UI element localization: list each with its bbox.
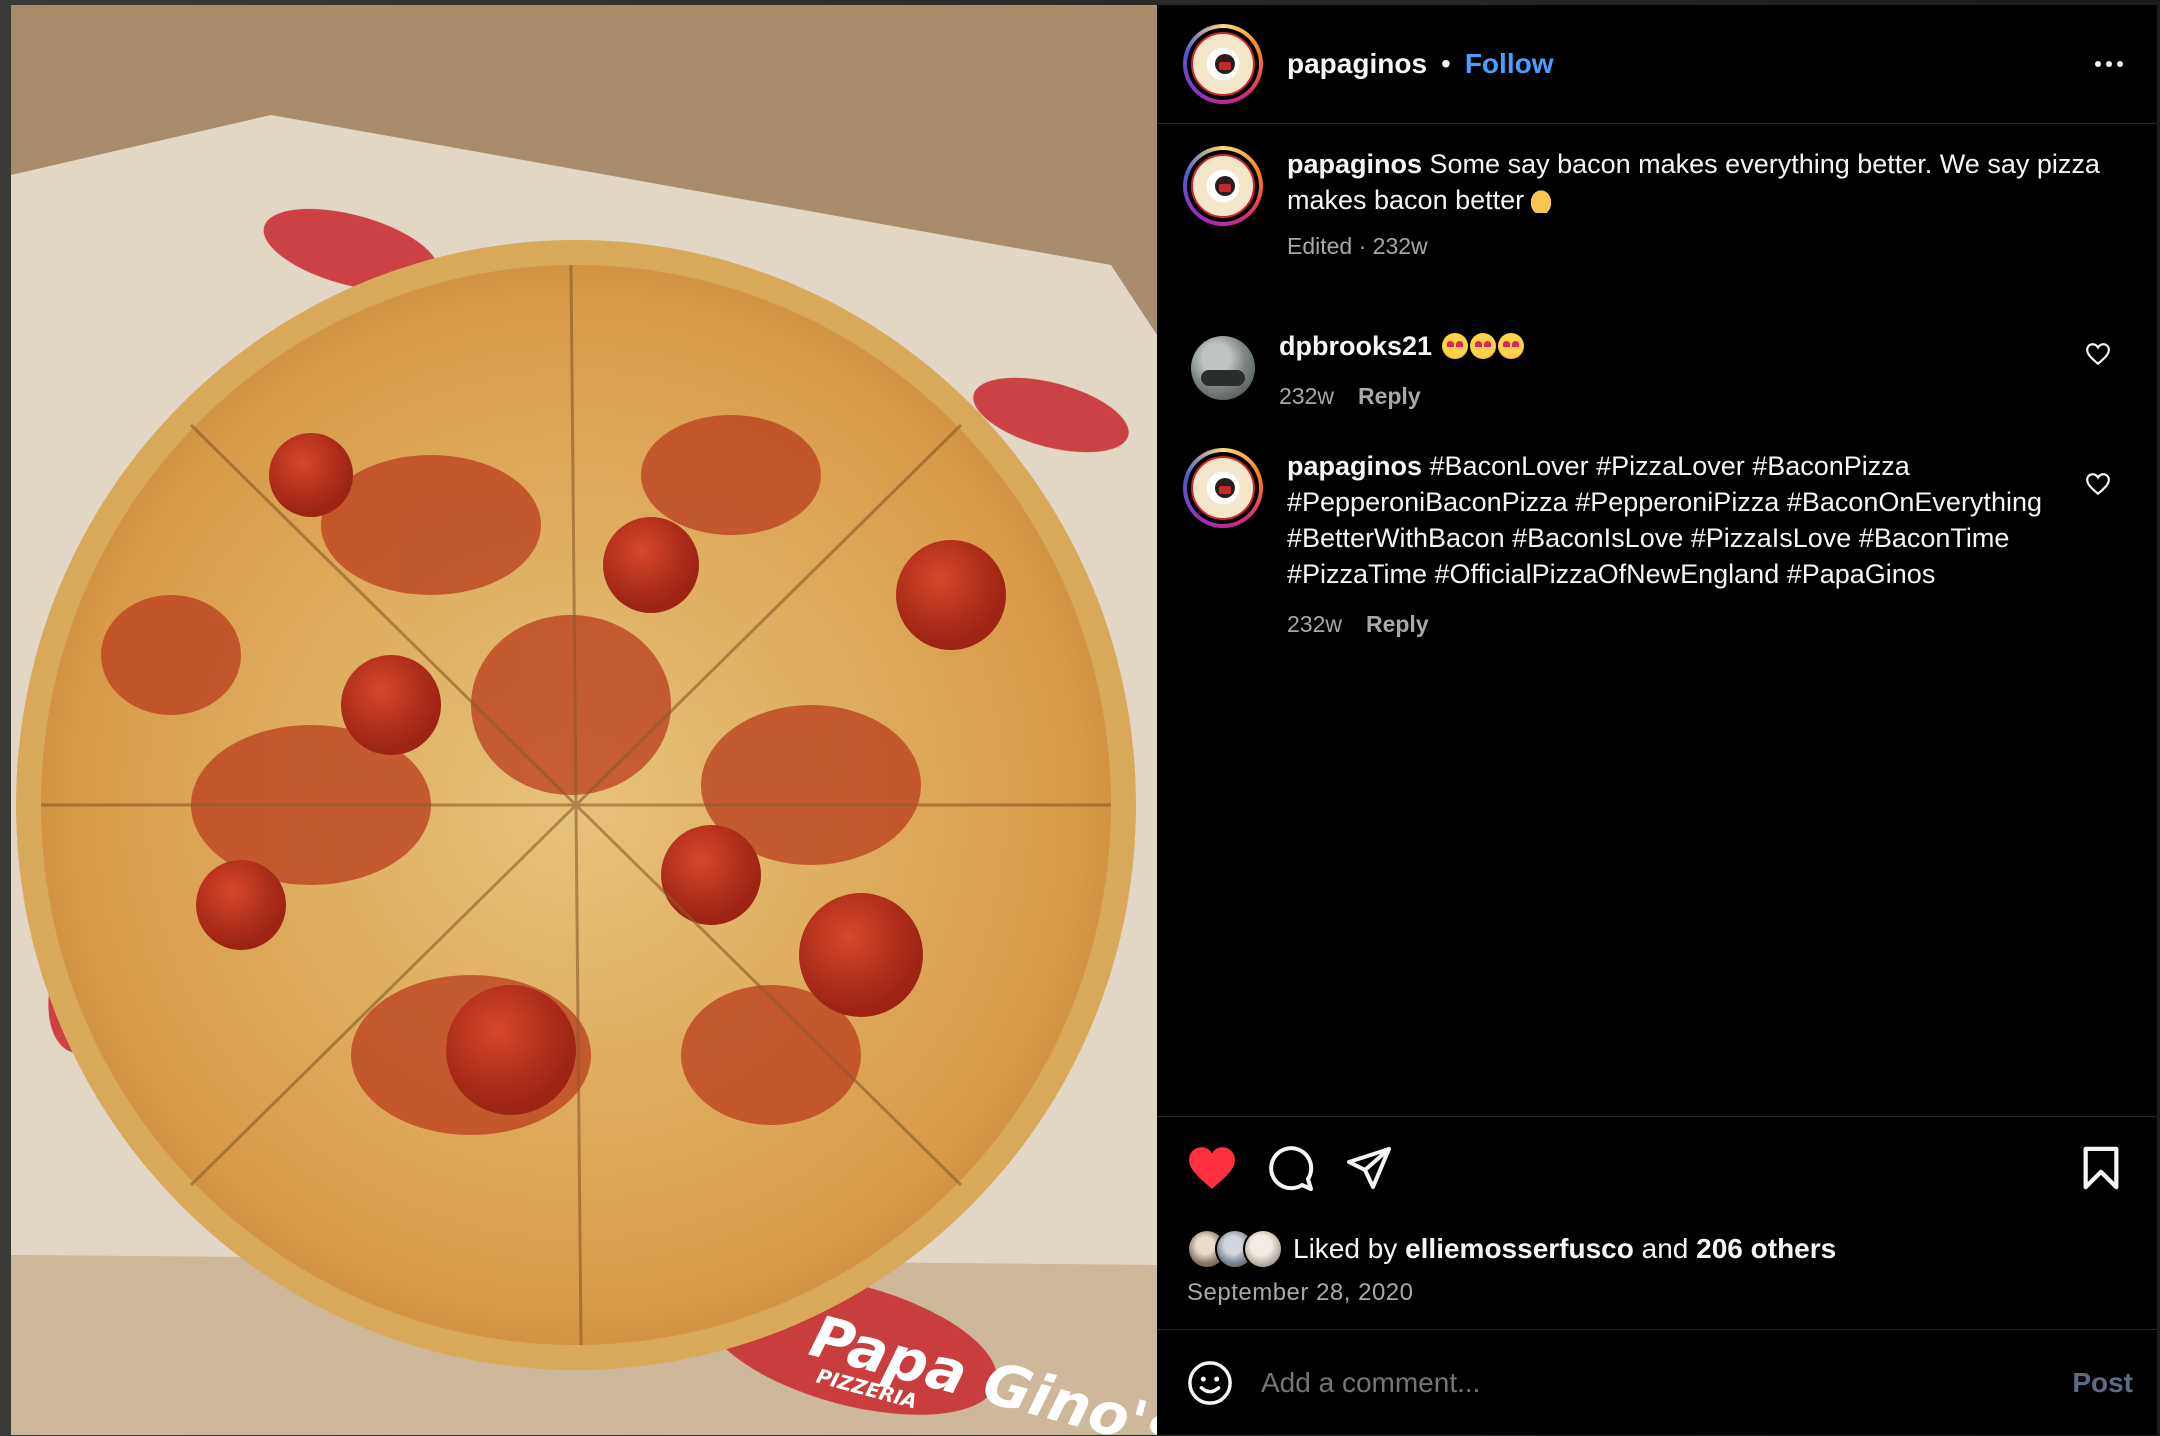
heart-eyes-emoji-icon bbox=[1497, 333, 1524, 359]
like-comment-heart-icon[interactable] bbox=[2085, 342, 2111, 366]
heart-eyes-emoji-icon bbox=[1441, 333, 1468, 359]
post-header: papaginos • Follow bbox=[1157, 5, 2157, 124]
post-date: September 28, 2020 bbox=[1187, 1279, 1414, 1306]
post-modal: Papa Gino's PIZZERIA papaginos • Follow … bbox=[11, 5, 2157, 1435]
comment-time: 232w bbox=[1287, 611, 1342, 637]
more-options-icon[interactable] bbox=[2085, 51, 2133, 77]
comment-item: dpbrooks21 232w Reply bbox=[1183, 328, 2133, 414]
profile-avatar[interactable] bbox=[1183, 24, 1263, 104]
comment-icon[interactable] bbox=[1267, 1145, 1315, 1193]
liker-username[interactable]: elliemosserfusco bbox=[1405, 1233, 1634, 1264]
post-actions: Liked by elliemosserfusco and 206 others… bbox=[1157, 1116, 2157, 1329]
caption: papaginos Some say bacon makes everythin… bbox=[1183, 146, 2133, 264]
likes-others-count[interactable]: 206 others bbox=[1696, 1233, 1836, 1264]
reply-button[interactable]: Reply bbox=[1366, 606, 1429, 642]
like-comment-heart-icon[interactable] bbox=[2085, 472, 2111, 496]
clapping-hands-emoji-icon bbox=[1528, 187, 1555, 213]
header-separator: • bbox=[1441, 48, 1451, 79]
papaginos-logo-icon bbox=[1191, 32, 1255, 96]
add-comment-input[interactable] bbox=[1259, 1365, 2073, 1400]
post-image[interactable]: Papa Gino's PIZZERIA bbox=[11, 5, 1157, 1435]
likes-prefix: Liked by bbox=[1293, 1233, 1398, 1264]
commenter-avatar[interactable] bbox=[1191, 336, 1255, 400]
comment-item: papaginos #BaconLover #PizzaLover #Bacon… bbox=[1183, 448, 2133, 642]
likes-conjunction: and bbox=[1641, 1233, 1689, 1264]
follow-button[interactable]: Follow bbox=[1465, 48, 1554, 80]
comments-section[interactable]: papaginos Some say bacon makes everythin… bbox=[1157, 124, 2157, 1116]
likes-summary[interactable]: Liked by elliemosserfusco and 206 others bbox=[1187, 1229, 1836, 1269]
add-comment-bar: Post bbox=[1157, 1329, 2157, 1435]
heart-eyes-emoji-icon bbox=[1469, 333, 1496, 359]
papaginos-logo-icon bbox=[1191, 154, 1255, 218]
emoji-icon[interactable] bbox=[1187, 1360, 1233, 1406]
commenter-avatar[interactable] bbox=[1183, 448, 1263, 528]
post-side-panel: papaginos • Follow papaginos Some say ba… bbox=[1157, 5, 2157, 1435]
comment-username[interactable]: papaginos bbox=[1287, 451, 1422, 481]
post-comment-button[interactable]: Post bbox=[2072, 1367, 2133, 1399]
pizza-photo: Papa Gino's PIZZERIA bbox=[11, 5, 1157, 1435]
bookmark-icon[interactable] bbox=[2081, 1145, 2121, 1191]
papaginos-logo-icon bbox=[1191, 456, 1255, 520]
liker-avatar bbox=[1243, 1229, 1283, 1269]
caption-avatar[interactable] bbox=[1183, 146, 1263, 226]
caption-meta: Edited · 232w bbox=[1287, 233, 1428, 259]
header-username[interactable]: papaginos bbox=[1287, 48, 1427, 80]
comment-time: 232w bbox=[1279, 383, 1334, 409]
share-icon[interactable] bbox=[1345, 1145, 1393, 1191]
heart-filled-icon[interactable] bbox=[1187, 1145, 1237, 1191]
reply-button[interactable]: Reply bbox=[1358, 378, 1421, 414]
caption-username[interactable]: papaginos bbox=[1287, 149, 1422, 179]
comment-username[interactable]: dpbrooks21 bbox=[1279, 331, 1432, 361]
